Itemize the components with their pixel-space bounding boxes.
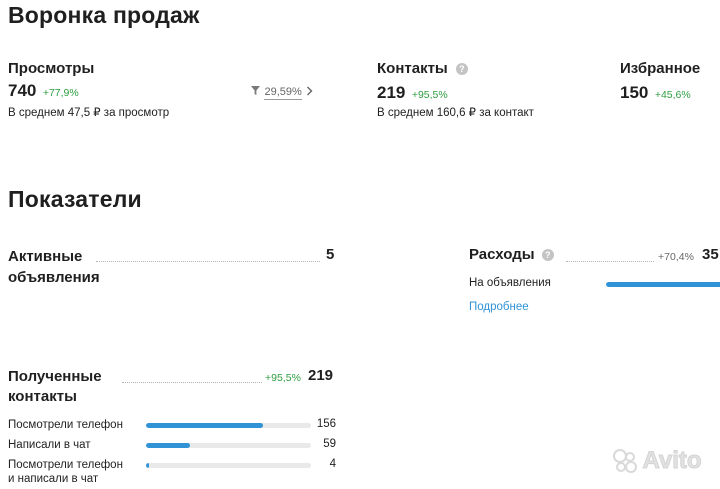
views-label: Просмотры [8, 60, 95, 77]
active-ads-label-line1: Активные [8, 248, 83, 265]
contacts-label-wrap: Контакты ? [377, 60, 468, 77]
contacts-row-label-line2: и написали в чат [8, 473, 99, 485]
contacts-row-label-line1: Написали в чат [8, 439, 91, 451]
received-contacts-value: 219 [308, 367, 334, 384]
contacts-delta: +95,5% [411, 89, 448, 101]
contacts-row-bar-fill [146, 443, 191, 448]
received-contacts-label: Полученные контакты [8, 367, 102, 407]
favorites-stat: 150 +45,6% [620, 83, 691, 103]
help-icon[interactable]: ? [541, 249, 554, 262]
contacts-row-label: Посмотрели телефон [8, 418, 123, 432]
contacts-row-label: Написали в чат [8, 438, 91, 452]
contacts-note: В среднем 160,6 ₽ за контакт [377, 107, 534, 119]
favorites-delta: +45,6% [654, 89, 691, 101]
watermark-text: Avito [642, 447, 702, 475]
expenses-label: Расходы [469, 246, 535, 263]
contacts-row-bar-fill [146, 423, 264, 428]
contacts-row-label-line1: Посмотрели телефон [8, 419, 123, 431]
favorites-value: 150 [620, 83, 649, 102]
active-ads-label: Активные объявления [8, 246, 100, 288]
contacts-row-bar [146, 463, 311, 468]
received-contacts-delta: +95,5% [265, 372, 301, 384]
expenses-bar-fill [606, 282, 720, 287]
contacts-row-bar-fill [146, 463, 149, 468]
contacts-row-bar [146, 443, 311, 448]
leader-dots [566, 261, 654, 262]
expenses-row-label: На объявления [469, 277, 551, 289]
expenses-label-wrap: Расходы ? [469, 246, 554, 263]
views-conversion: 29,59% [264, 86, 302, 100]
views-value: 740 [8, 81, 37, 100]
avito-logo-icon [612, 449, 642, 473]
received-contacts-label-line1: Полученные [8, 368, 102, 385]
contacts-stat: 219 +95,5% [377, 83, 448, 103]
funnel-filter-icon [251, 82, 264, 99]
help-icon[interactable]: ? [455, 63, 468, 76]
active-ads-value: 5 [326, 246, 335, 263]
expenses-value: 35 [702, 246, 719, 263]
leader-dots [122, 382, 262, 383]
received-contacts-label-line2: контакты [8, 388, 77, 405]
contacts-row-label-line1: Посмотрели телефон [8, 459, 123, 471]
contacts-label: Контакты [377, 60, 448, 77]
metrics-title: Показатели [8, 186, 142, 212]
views-delta: +77,9% [42, 87, 79, 99]
favorites-label: Избранное [620, 60, 701, 77]
expenses-delta: +70,4% [658, 251, 694, 263]
expenses-bar [606, 282, 720, 287]
contacts-row-value: 156 [316, 418, 336, 430]
details-link[interactable]: Подробнее [469, 301, 529, 313]
contacts-row-value: 4 [329, 458, 336, 470]
chevron-right-icon [306, 82, 313, 99]
active-ads-label-line2: объявления [8, 269, 100, 286]
contacts-row-bar [146, 423, 311, 428]
avito-watermark: Avito [612, 447, 702, 475]
views-note: В среднем 47,5 ₽ за просмотр [8, 107, 170, 119]
funnel-title: Воронка продаж [8, 2, 200, 28]
contacts-value: 219 [377, 83, 406, 102]
leader-dots [96, 261, 320, 262]
contacts-row-label: Посмотрели телефон и написали в чат [8, 458, 123, 486]
views-stat: 740 +77,9% [8, 81, 79, 101]
views-conversion-badge[interactable]: 29,59% [251, 82, 313, 100]
contacts-row-value: 59 [323, 438, 336, 450]
